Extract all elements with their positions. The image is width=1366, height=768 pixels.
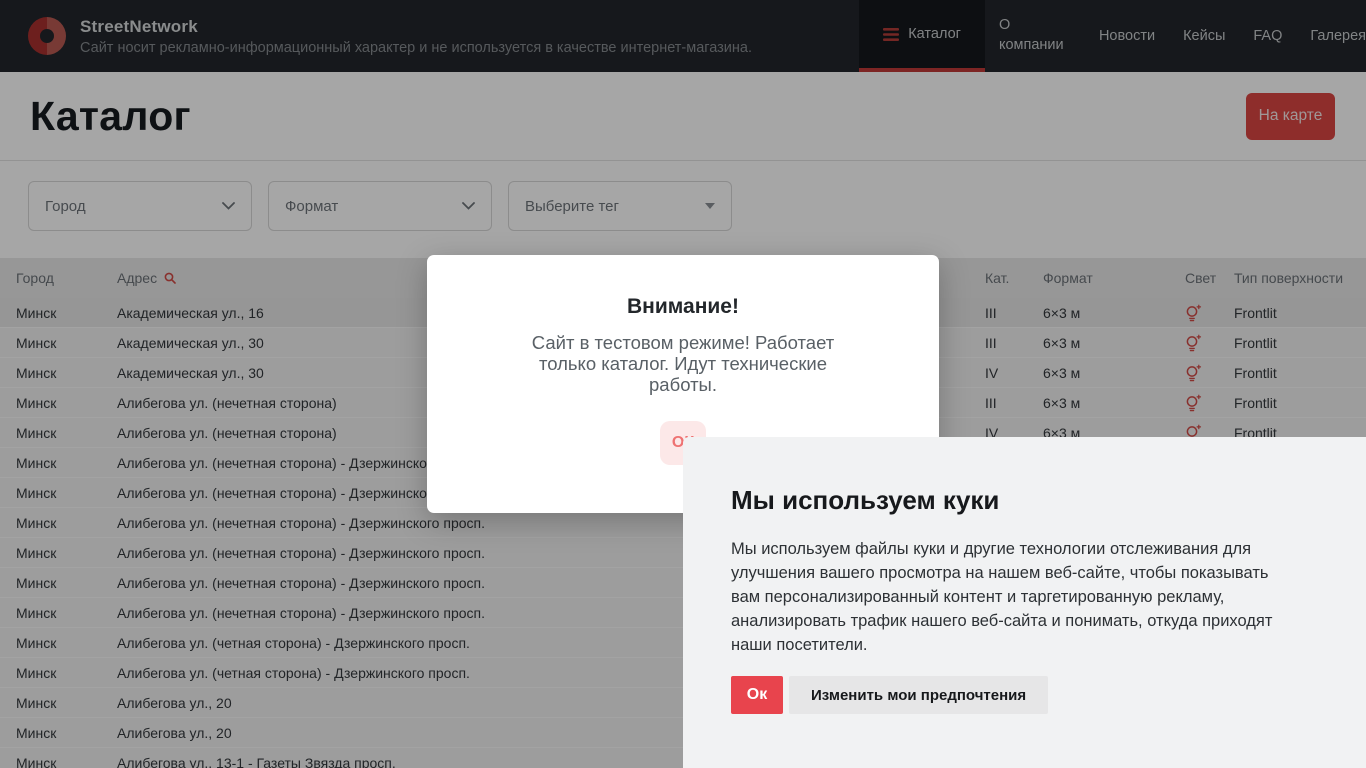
modal-message: Сайт в тестовом режиме! Работает только …: [511, 332, 856, 395]
cookie-actions: Ок Изменить мои предпочтения: [731, 676, 1296, 714]
cookie-preferences-button[interactable]: Изменить мои предпочтения: [789, 676, 1048, 714]
cookie-banner: Мы используем куки Мы используем файлы к…: [683, 437, 1366, 768]
modal-title: Внимание!: [427, 295, 939, 319]
cookie-title: Мы используем куки: [731, 485, 1296, 516]
cookie-message: Мы используем файлы куки и другие технол…: [731, 537, 1296, 657]
cookie-accept-button[interactable]: Ок: [731, 676, 783, 714]
